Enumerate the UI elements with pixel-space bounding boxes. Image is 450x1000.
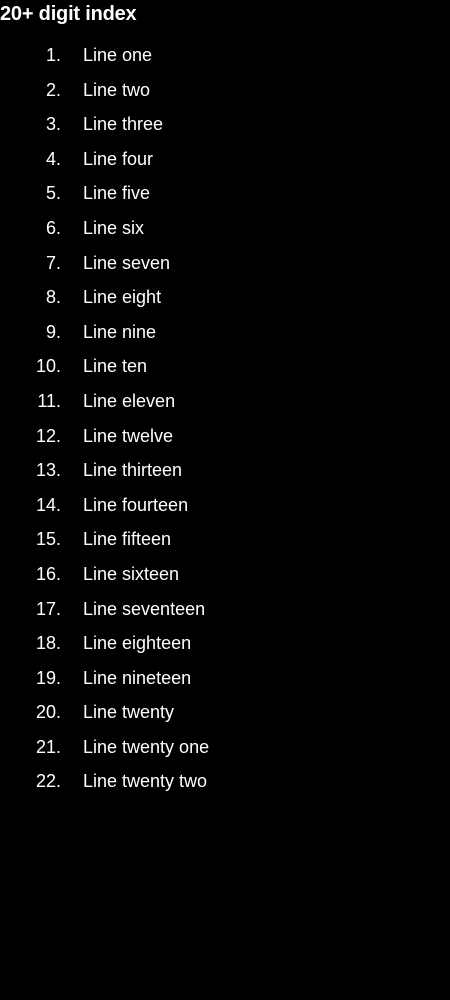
list-item-label: Line eight xyxy=(83,287,162,308)
list-item-label: Line nineteen xyxy=(83,667,192,688)
list-item: 5. Line five xyxy=(0,176,450,211)
list-item-number: 14. xyxy=(35,494,61,515)
list-item-label: Line twenty xyxy=(83,702,175,723)
list-item-number: 4. xyxy=(45,148,61,169)
page-title: 20+ digit index xyxy=(0,3,137,25)
list-item: 14. Line fourteen xyxy=(0,488,450,523)
list-item-number: 12. xyxy=(35,425,61,446)
list-item: 2. Line two xyxy=(0,73,450,108)
list-item-number: 22. xyxy=(35,771,61,792)
list-item-number: 8. xyxy=(45,287,61,308)
list-item-number: 18. xyxy=(35,633,61,654)
list-item-number: 19. xyxy=(35,667,61,688)
list-item-number: 2. xyxy=(45,79,61,100)
list-item-number: 1. xyxy=(45,45,61,65)
list-item-label: Line three xyxy=(83,114,164,135)
list-item-number: 10. xyxy=(35,356,61,377)
list-item-number: 20. xyxy=(35,702,61,723)
list-item: 17. Line seventeen xyxy=(0,592,450,627)
list-item-label: Line six xyxy=(83,217,145,238)
list-item: 1. Line one xyxy=(0,38,450,73)
list-item-label: Line ten xyxy=(83,356,148,377)
ordered-list: 1. Line one 2. Line two 3. Line three 4. Lin… xyxy=(0,38,450,799)
list-item-label: Line fourteen xyxy=(83,494,189,515)
list-item-number: 11. xyxy=(37,390,61,411)
list-item: 7. Line seven xyxy=(0,246,450,281)
list-item: 11. Line eleven xyxy=(0,384,450,419)
list-item: 9. Line nine xyxy=(0,315,450,350)
list-item: 12. Line twelve xyxy=(0,419,450,454)
list-item-number: 16. xyxy=(35,563,61,584)
list-item: 10. Line ten xyxy=(0,349,450,384)
list-item-label: Line eleven xyxy=(83,390,176,411)
list-item: 15. Line fifteen xyxy=(0,522,450,557)
list-item: 8. Line eight xyxy=(0,280,450,315)
list-item: 6. Line six xyxy=(0,211,450,246)
list-item-number: 5. xyxy=(45,183,61,204)
list-item-number: 15. xyxy=(35,529,61,550)
list-item: 4. Line four xyxy=(0,142,450,177)
list-item-label: Line twelve xyxy=(83,425,174,446)
list-item-number: 3. xyxy=(45,114,61,135)
list-item-number: 7. xyxy=(45,252,61,273)
list-item-label: Line eighteen xyxy=(83,633,192,654)
list-item: 19. Line nineteen xyxy=(0,661,450,696)
list-item-number: 13. xyxy=(35,460,61,481)
list-item-label: Line seventeen xyxy=(83,598,206,619)
list-item-label: Line two xyxy=(83,79,151,100)
list-item-label: Line nine xyxy=(83,321,157,342)
list-item-label: Line four xyxy=(83,148,154,169)
list-item: 20. Line twenty xyxy=(0,695,450,730)
list-item-label: Line twenty two xyxy=(83,771,208,792)
list-item: 13. Line thirteen xyxy=(0,453,450,488)
list-item-label: Line thirteen xyxy=(83,460,183,481)
list-item-number: 9. xyxy=(45,321,61,342)
list-item-label: Line fifteen xyxy=(83,529,172,550)
list-item: 22. Line twenty two xyxy=(0,764,450,799)
list-item-label: Line seven xyxy=(83,252,171,273)
list-item-number: 6. xyxy=(45,217,61,238)
list-item-label: Line sixteen xyxy=(83,563,180,584)
list-item-label: Line twenty one xyxy=(83,736,210,757)
list-item-label: Line one xyxy=(83,45,153,65)
list-item-number: 21. xyxy=(35,736,61,757)
list-item: 21. Line twenty one xyxy=(0,730,450,765)
list-item-number: 17. xyxy=(35,598,61,619)
list-item-label: Line five xyxy=(83,183,151,204)
list-item: 18. Line eighteen xyxy=(0,626,450,661)
list-item: 16. Line sixteen xyxy=(0,557,450,592)
list-item: 3. Line three xyxy=(0,107,450,142)
